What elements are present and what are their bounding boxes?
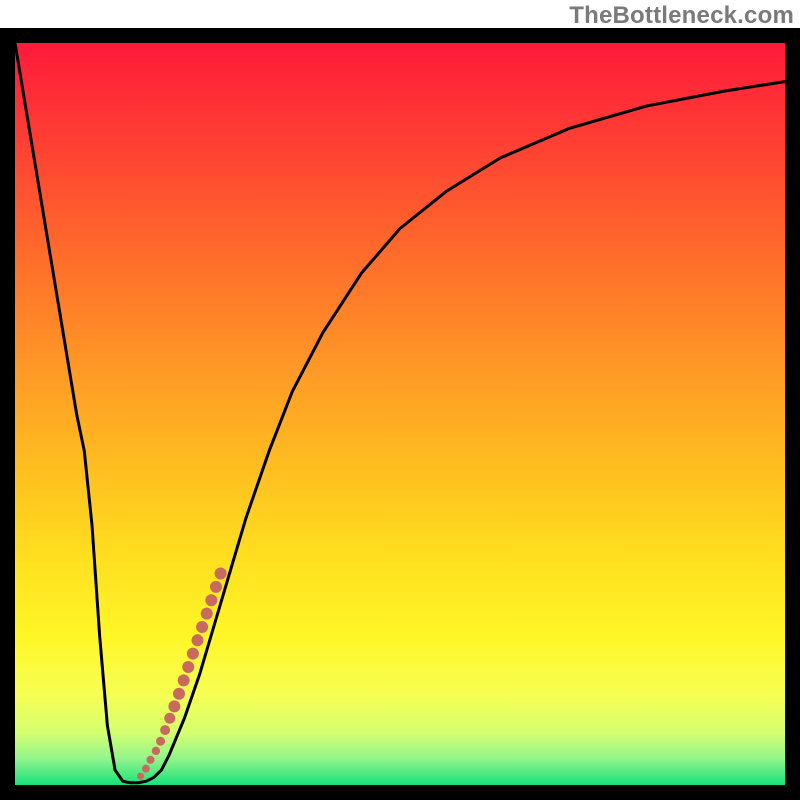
- plot-area: [0, 28, 800, 800]
- marker-dot: [196, 621, 208, 633]
- marker-dot: [152, 747, 160, 755]
- marker-dot: [201, 608, 213, 620]
- marker-dot: [168, 700, 180, 712]
- marker-dot: [156, 737, 165, 746]
- marker-dot: [137, 773, 144, 780]
- axes-border-left: [0, 28, 15, 800]
- axes-border-bottom: [0, 785, 800, 800]
- chart-svg: [15, 43, 785, 785]
- marker-dot: [191, 634, 203, 646]
- marker-dot: [173, 688, 185, 700]
- axes-border-right: [785, 28, 800, 800]
- marker-dot: [178, 674, 190, 686]
- axes-border-top: [0, 28, 800, 43]
- marker-dot: [147, 756, 155, 764]
- marker-dot: [160, 725, 170, 735]
- chart-stage: TheBottleneck.com: [0, 0, 800, 800]
- marker-dot: [164, 713, 175, 724]
- watermark-text: TheBottleneck.com: [569, 2, 794, 30]
- marker-dot: [210, 581, 222, 593]
- marker-dot: [205, 594, 217, 606]
- marker-dot: [142, 765, 150, 773]
- background-rect: [15, 43, 785, 785]
- marker-dot: [215, 568, 227, 580]
- marker-dot: [187, 648, 199, 660]
- marker-dot: [182, 661, 194, 673]
